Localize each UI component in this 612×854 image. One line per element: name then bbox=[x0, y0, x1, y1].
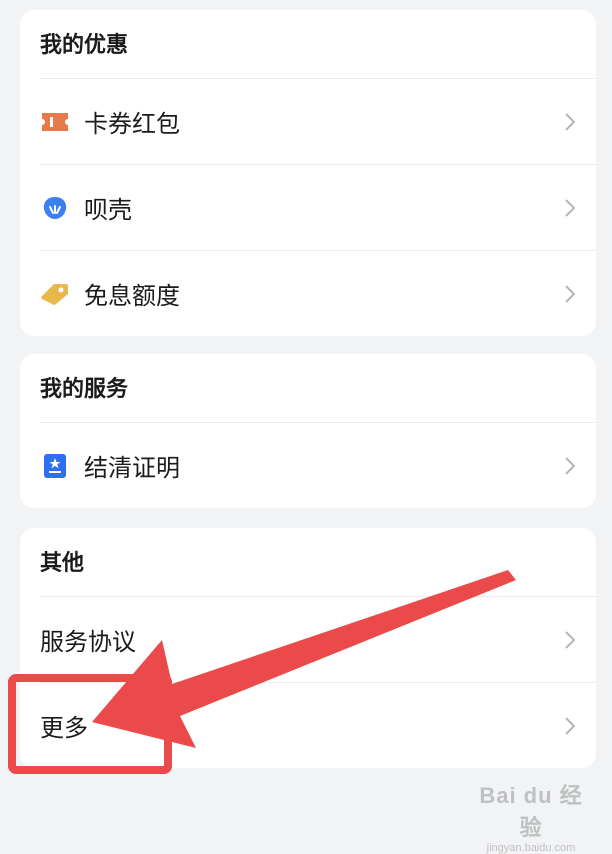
offers-title: 我的优惠 bbox=[40, 33, 129, 58]
other-item-label: 更多 bbox=[40, 714, 88, 742]
chevron-right-icon bbox=[565, 112, 576, 131]
offers-card: 我的优惠 卡券红包 呗壳 免息额度 bbox=[20, 10, 596, 336]
watermark-url: jingyan.baidu.com bbox=[486, 842, 576, 854]
other-card: 其他 服务协议 更多 bbox=[20, 528, 596, 768]
offer-item-interest-free[interactable]: 免息额度 bbox=[40, 250, 596, 336]
shell-icon bbox=[40, 193, 70, 223]
chevron-right-icon bbox=[565, 716, 576, 735]
watermark-logo-text: Bai du 经验 bbox=[479, 783, 583, 840]
other-item-service-agreement[interactable]: 服务协议 bbox=[40, 596, 596, 682]
other-item-label: 服务协议 bbox=[40, 628, 136, 656]
chevron-right-icon bbox=[565, 630, 576, 649]
offer-item-label: 卡券红包 bbox=[84, 110, 180, 138]
services-title: 我的服务 bbox=[40, 377, 129, 402]
offer-item-label: 免息额度 bbox=[84, 282, 180, 310]
services-card: 我的服务 结清证明 bbox=[20, 354, 596, 508]
other-title: 其他 bbox=[40, 551, 85, 576]
coupon-icon bbox=[40, 107, 70, 137]
service-item-settlement-certificate[interactable]: 结清证明 bbox=[40, 422, 596, 508]
chevron-right-icon bbox=[565, 284, 576, 303]
other-item-more[interactable]: 更多 bbox=[40, 682, 596, 768]
baidu-watermark: Bai du 经验 jingyan.baidu.com bbox=[476, 778, 586, 854]
certificate-icon bbox=[40, 451, 70, 481]
chevron-right-icon bbox=[565, 198, 576, 217]
offer-item-coupons[interactable]: 卡券红包 bbox=[40, 78, 596, 164]
offer-item-shell[interactable]: 呗壳 bbox=[40, 164, 596, 250]
price-tag-icon bbox=[40, 279, 70, 309]
service-item-label: 结清证明 bbox=[84, 454, 180, 482]
offer-item-label: 呗壳 bbox=[84, 196, 132, 224]
chevron-right-icon bbox=[565, 456, 576, 475]
